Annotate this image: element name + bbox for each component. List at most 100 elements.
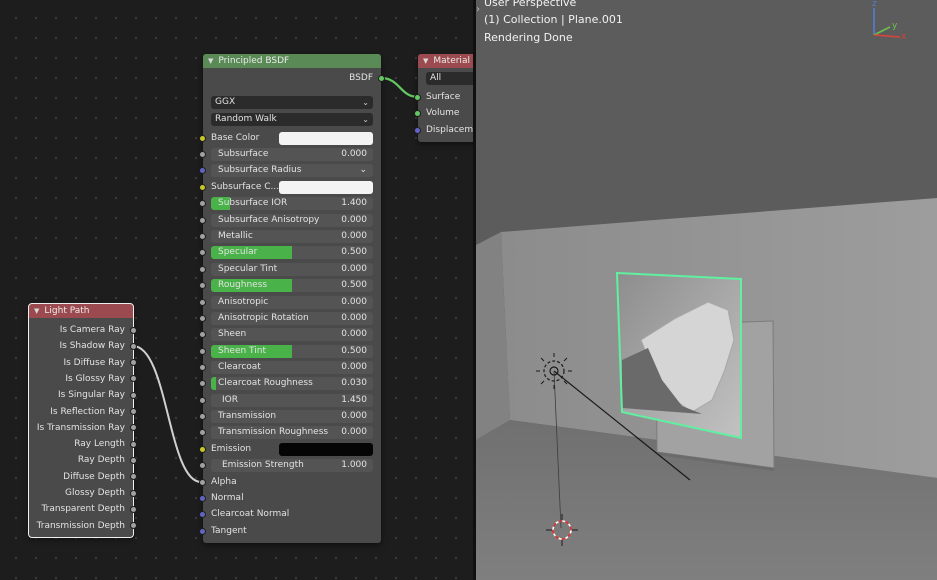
subsurface-method-dropdown[interactable]: Random Walk ⌄ [211,113,373,126]
volume-socket[interactable] [414,109,421,117]
specular-slider[interactable]: Specular 0.500 [211,246,373,259]
output-socket[interactable] [130,326,137,334]
slider-value: 0.500 [341,247,367,257]
specular-tint-socket[interactable] [199,265,206,273]
output-socket[interactable] [130,489,137,497]
target-dropdown[interactable]: All [426,72,473,85]
anisotropic-rotation-socket[interactable] [199,314,206,322]
chevron-right-icon[interactable]: › [476,4,480,15]
principled-bsdf-node[interactable]: ▼ Principled BSDF BSDF GGX ⌄ Random Walk… [199,54,385,543]
sheen-row: Sheen 0.000 [199,326,381,342]
subsurface-slider[interactable]: Subsurface 0.000 [211,148,373,161]
3d-viewport[interactable]: z y x › User Perspective (1) Collection … [476,0,937,580]
light-path-header[interactable]: ▼ Light Path [29,304,133,318]
output-socket[interactable] [130,342,137,350]
clearcoat-normal-socket[interactable] [199,510,206,518]
subsurface-color-swatch[interactable] [279,181,373,194]
emission-swatch[interactable] [279,443,373,456]
subsurface-color-socket[interactable] [199,183,206,191]
output-socket[interactable] [130,359,137,367]
target-row: All [418,70,473,86]
gizmo-x-label: x [901,32,907,42]
roughness-slider[interactable]: Roughness 0.500 [211,279,373,292]
emission-label: Emission [211,444,252,454]
emission-strength-socket[interactable] [199,461,206,469]
node-editor[interactable]: ▼ Principled BSDF BSDF GGX ⌄ Random Walk… [0,0,473,580]
clearcoat-socket[interactable] [199,363,206,371]
output-socket[interactable] [130,505,137,513]
ior-socket[interactable] [199,396,206,404]
light-path-node[interactable]: ▼ Light Path Is Camera Ray Is Shadow Ray I… [28,303,137,538]
slider-label: Specular [218,247,258,257]
output-label: Is Transmission Ray [36,422,125,433]
base-color-swatch[interactable] [279,132,373,145]
surface-label: Surface [426,92,461,102]
metallic-socket[interactable] [199,232,206,240]
output-socket[interactable] [130,375,137,383]
subsurface-socket[interactable] [199,150,206,158]
slider-value: 0.000 [341,362,367,372]
output-label: Is Camera Ray [59,325,125,335]
transmission-slider[interactable]: Transmission 0.000 [211,410,373,423]
ior-slider[interactable]: IOR 1.450 [211,394,373,407]
subsurface-ior-slider[interactable]: Subsurface IOR 1.400 [211,197,373,210]
clearcoat-roughness-socket[interactable] [199,379,206,387]
sheen-tint-socket[interactable] [199,347,206,355]
specular-socket[interactable] [199,248,206,256]
volume-row: Volume [414,105,473,121]
roughness-row: Roughness 0.500 [199,277,381,293]
alpha-socket[interactable] [199,478,206,486]
collapse-chevron-icon[interactable]: ▼ [423,57,428,65]
subsurface-ior-socket[interactable] [199,199,206,207]
output-label: Transmission Depth [36,520,125,531]
collapse-chevron-icon[interactable]: ▼ [208,57,213,65]
light-path-output-row: Transparent Depth [29,501,137,517]
roughness-socket[interactable] [199,281,206,289]
subsurface-anisotropy-slider[interactable]: Subsurface Anisotropy 0.000 [211,214,373,227]
surface-socket[interactable] [414,93,421,101]
emission-socket[interactable] [199,445,206,453]
slider-value: 0.000 [341,313,367,323]
anisotropic-rotation-slider[interactable]: Anisotropic Rotation 0.000 [211,312,373,325]
light-path-output-row: Is Reflection Ray [29,404,137,420]
normal-socket[interactable] [199,494,206,502]
subsurface-anisotropy-socket[interactable] [199,216,206,224]
output-socket[interactable] [130,522,137,530]
emission-strength-slider[interactable]: Emission Strength 1.000 [211,459,373,472]
light-path-output-row: Glossy Depth [29,485,137,501]
chevron-down-icon: ⌄ [362,115,369,124]
slider-label: Transmission Roughness [218,427,329,437]
slider-value: 1.400 [341,198,367,208]
sheen-socket[interactable] [199,330,206,338]
transmission-roughness-socket[interactable] [199,428,206,436]
output-socket[interactable] [130,456,137,464]
metallic-slider[interactable]: Metallic 0.000 [211,230,373,243]
bsdf-output-socket[interactable] [378,74,385,82]
specular-tint-slider[interactable]: Specular Tint 0.000 [211,263,373,276]
principled-bsdf-header[interactable]: ▼ Principled BSDF [203,54,381,68]
clearcoat-slider[interactable]: Clearcoat 0.000 [211,361,373,374]
clearcoat-roughness-slider[interactable]: Clearcoat Roughness 0.030 [211,377,373,390]
output-socket[interactable] [130,391,137,399]
bsdf-output-row: BSDF [203,70,385,86]
tangent-socket[interactable] [199,527,206,535]
subsurface-radius-dropdown[interactable]: Subsurface Radius ⌄ [211,164,373,177]
sheen-slider[interactable]: Sheen 0.000 [211,328,373,341]
transmission-socket[interactable] [199,412,206,420]
collapse-chevron-icon[interactable]: ▼ [34,307,39,315]
output-socket[interactable] [130,440,137,448]
transmission-roughness-slider[interactable]: Transmission Roughness 0.000 [211,426,373,439]
displacement-socket[interactable] [414,126,421,134]
base-color-socket[interactable] [199,134,206,142]
distribution-dropdown[interactable]: GGX ⌄ [211,96,373,109]
material-output-node[interactable]: ▼ Material O All Surface Volume Displace… [414,54,473,142]
sheen-tint-slider[interactable]: Sheen Tint 0.500 [211,345,373,358]
output-socket[interactable] [130,473,137,481]
anisotropic-slider[interactable]: Anisotropic 0.000 [211,296,373,309]
anisotropic-socket[interactable] [199,298,206,306]
output-socket[interactable] [130,424,137,432]
material-output-header[interactable]: ▼ Material O [418,54,473,68]
subsurface-radius-socket[interactable] [199,166,206,174]
output-socket[interactable] [130,408,137,415]
clearcoat-normal-row: Clearcoat Normal [199,506,381,522]
